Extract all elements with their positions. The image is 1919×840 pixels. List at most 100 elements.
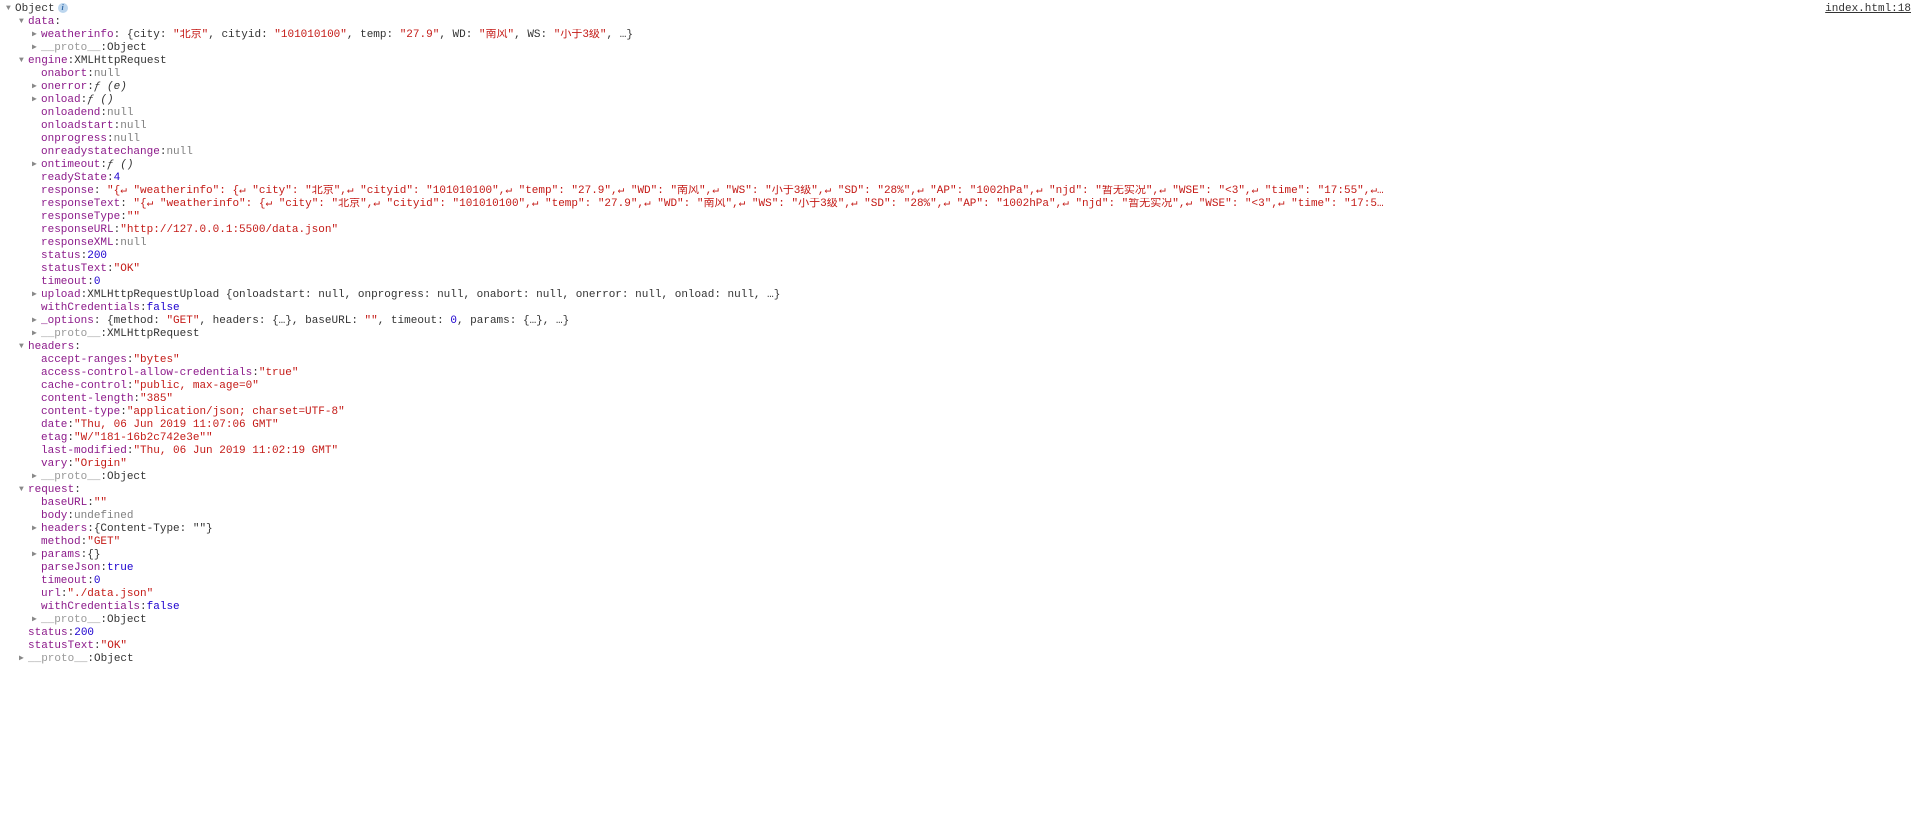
tree-row-proto[interactable]: __proto__: Object — [6, 653, 1913, 666]
chevron-right-icon[interactable] — [32, 159, 41, 168]
tree-row[interactable]: withCredentials: false — [6, 601, 1913, 614]
tree-row-request[interactable]: request: — [6, 484, 1913, 497]
tree-row-proto[interactable]: __proto__: Object — [6, 471, 1913, 484]
tree-row[interactable]: body: undefined — [6, 510, 1913, 523]
chevron-right-icon[interactable] — [32, 614, 41, 623]
tree-row[interactable]: content-type: "application/json; charset… — [6, 406, 1913, 419]
chevron-right-icon[interactable] — [32, 328, 41, 337]
tree-row-proto[interactable]: __proto__: Object — [6, 42, 1913, 55]
prop-value: "" — [94, 497, 107, 510]
tree-row[interactable]: onreadystatechange: null — [6, 146, 1913, 159]
tree-row[interactable]: timeout: 0 — [6, 276, 1913, 289]
chevron-right-icon[interactable] — [32, 42, 41, 51]
options-preview: _options: {method: "GET", headers: {…}, … — [41, 315, 569, 328]
tree-row[interactable]: onerror: ƒ (e) — [6, 81, 1913, 94]
prop-value: Object — [94, 653, 134, 666]
tree-row[interactable]: onloadend: null — [6, 107, 1913, 120]
prop-value: "application/json; charset=UTF-8" — [127, 406, 345, 419]
prop-value: "" — [127, 211, 140, 224]
tree-row-weatherinfo[interactable]: weatherinfo: {city: "北京", cityid: "10101… — [6, 29, 1913, 42]
chevron-right-icon[interactable] — [32, 471, 41, 480]
tree-row-headers[interactable]: headers: — [6, 341, 1913, 354]
tree-row[interactable]: ontimeout: ƒ () — [6, 159, 1913, 172]
tree-row[interactable]: timeout: 0 — [6, 575, 1913, 588]
tree-row[interactable]: content-length: "385" — [6, 393, 1913, 406]
prop-value: "GET" — [87, 536, 120, 549]
tree-row[interactable]: onloadstart: null — [6, 120, 1913, 133]
prop-value: Object — [107, 42, 147, 55]
chevron-right-icon[interactable] — [32, 315, 41, 324]
tree-row-responsetext[interactable]: responseText: "{↵ "weatherinfo": {↵ "cit… — [6, 198, 1913, 211]
prop-value: "http://127.0.0.1:5500/data.json" — [120, 224, 338, 237]
tree-row[interactable]: readyState: 4 — [6, 172, 1913, 185]
prop-value: null — [107, 107, 133, 120]
tree-row[interactable]: headers: {Content-Type: ""} — [6, 523, 1913, 536]
prop-value: 0 — [94, 276, 101, 289]
prop-value: "Thu, 06 Jun 2019 11:02:19 GMT" — [133, 445, 338, 458]
tree-row-response[interactable]: response: "{↵ "weatherinfo": {↵ "city": … — [6, 185, 1913, 198]
chevron-down-icon[interactable] — [19, 16, 28, 25]
tree-row[interactable]: onabort: null — [6, 68, 1913, 81]
tree-row[interactable]: date: "Thu, 06 Jun 2019 11:07:06 GMT" — [6, 419, 1913, 432]
source-link[interactable]: index.html:18 — [1825, 3, 1911, 16]
prop-value: {Content-Type: ""} — [94, 523, 213, 536]
tree-row-root[interactable]: Object i — [6, 3, 1913, 16]
chevron-down-icon[interactable] — [6, 3, 15, 12]
tree-row[interactable]: status: 200 — [6, 250, 1913, 263]
tree-row[interactable]: vary: "Origin" — [6, 458, 1913, 471]
prop-value: null — [166, 146, 192, 159]
tree-row[interactable]: etag: "W/"181-16b2c742e3e"" — [6, 432, 1913, 445]
tree-row[interactable]: status: 200 — [6, 627, 1913, 640]
tree-row-options[interactable]: _options: {method: "GET", headers: {…}, … — [6, 315, 1913, 328]
tree-row[interactable]: accept-ranges: "bytes" — [6, 354, 1913, 367]
prop-value: ƒ () — [87, 94, 113, 107]
responsetext-preview: responseText: "{↵ "weatherinfo": {↵ "cit… — [41, 198, 1384, 211]
chevron-right-icon[interactable] — [32, 29, 41, 38]
chevron-right-icon[interactable] — [19, 653, 28, 662]
chevron-right-icon[interactable] — [32, 289, 41, 298]
tree-row-engine[interactable]: engine: XMLHttpRequest — [6, 55, 1913, 68]
tree-row[interactable]: baseURL: "" — [6, 497, 1913, 510]
prop-value: {} — [87, 549, 100, 562]
response-preview: response: "{↵ "weatherinfo": {↵ "city": … — [41, 185, 1384, 198]
tree-row[interactable]: url: "./data.json" — [6, 588, 1913, 601]
tree-row-upload[interactable]: upload: XMLHttpRequestUpload {onloadstar… — [6, 289, 1913, 302]
prop-value: "./data.json" — [67, 588, 153, 601]
tree-row-data[interactable]: data: — [6, 16, 1913, 29]
prop-value: false — [147, 601, 180, 614]
tree-row[interactable]: responseType: "" — [6, 211, 1913, 224]
tree-row[interactable]: onprogress: null — [6, 133, 1913, 146]
root-object-label: Object — [15, 3, 55, 16]
prop-value: "true" — [259, 367, 299, 380]
tree-row-proto[interactable]: __proto__: Object — [6, 614, 1913, 627]
tree-row-proto[interactable]: __proto__: XMLHttpRequest — [6, 328, 1913, 341]
tree-row[interactable]: statusText: "OK" — [6, 263, 1913, 276]
prop-value: null — [120, 120, 146, 133]
chevron-down-icon[interactable] — [19, 55, 28, 64]
chevron-down-icon[interactable] — [19, 484, 28, 493]
tree-row[interactable]: withCredentials: false — [6, 302, 1913, 315]
prop-value: ƒ () — [107, 159, 133, 172]
prop-value: "385" — [140, 393, 173, 406]
info-icon[interactable]: i — [58, 3, 68, 13]
chevron-right-icon[interactable] — [32, 94, 41, 103]
tree-row[interactable]: responseURL: "http://127.0.0.1:5500/data… — [6, 224, 1913, 237]
chevron-right-icon[interactable] — [32, 523, 41, 532]
prop-value: "OK" — [101, 640, 127, 653]
prop-key: __proto__ — [41, 42, 100, 55]
prop-value: ƒ (e) — [94, 81, 127, 94]
prop-key: engine — [28, 55, 68, 68]
tree-row[interactable]: cache-control: "public, max-age=0" — [6, 380, 1913, 393]
tree-row[interactable]: last-modified: "Thu, 06 Jun 2019 11:02:1… — [6, 445, 1913, 458]
tree-row[interactable]: params: {} — [6, 549, 1913, 562]
chevron-down-icon[interactable] — [19, 341, 28, 350]
chevron-right-icon[interactable] — [32, 81, 41, 90]
tree-row[interactable]: parseJson: true — [6, 562, 1913, 575]
tree-row[interactable]: responseXML: null — [6, 237, 1913, 250]
tree-row[interactable]: access-control-allow-credentials: "true" — [6, 367, 1913, 380]
chevron-right-icon[interactable] — [32, 549, 41, 558]
tree-row[interactable]: statusText: "OK" — [6, 640, 1913, 653]
tree-row[interactable]: method: "GET" — [6, 536, 1913, 549]
tree-row[interactable]: onload: ƒ () — [6, 94, 1913, 107]
prop-value: null — [114, 133, 140, 146]
